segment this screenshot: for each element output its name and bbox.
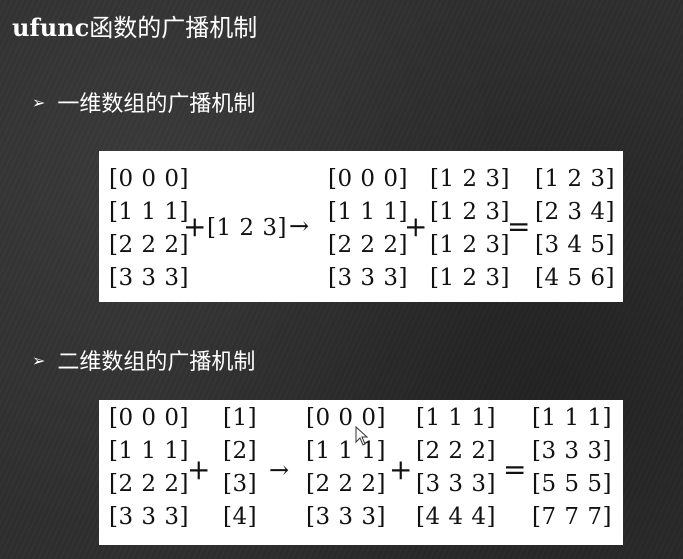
bullet-1d-text: 一维数组的广播机制 (57, 92, 256, 117)
matrix-row: [1 2 3] (430, 265, 510, 291)
equals-sign: = (507, 210, 531, 243)
matrix-result: [1 1 1] [3 3 3] [5 5 5] [7 7 7] (532, 402, 612, 534)
plus-sign: + (389, 453, 413, 486)
plus-sign: + (404, 210, 428, 243)
matrix-row: [1 1 1] (109, 438, 189, 464)
equals-sign: = (503, 453, 527, 486)
matrix-row: [2 2 2] (306, 471, 386, 497)
matrix-result: [1 2 3] [2 3 4] [3 4 5] [4 5 6] (535, 163, 615, 295)
slide-title-prefix: ufunc (12, 13, 90, 42)
matrix-a: [0 0 0] [1 1 1] [2 2 2] [3 3 3] (109, 163, 189, 295)
matrix-row: [0 0 0] (306, 405, 386, 431)
bullet-arrow-icon: ➢ (32, 92, 46, 112)
matrix-row: [0 0 0] (109, 405, 189, 431)
matrix-a: [0 0 0] [1 1 1] [2 2 2] [3 3 3] (109, 402, 189, 534)
matrix-row: [1 2 3] (535, 166, 615, 192)
matrix-row: [1 1 1] (416, 405, 496, 431)
matrix-row: [1 2 3] (430, 232, 510, 258)
bullet-1d: ➢ 一维数组的广播机制 (32, 86, 255, 118)
matrix-row: [1 2 3] (207, 215, 287, 241)
matrix-a-expanded: [0 0 0] [1 1 1] [2 2 2] [3 3 3] (328, 163, 408, 295)
matrix-row: [3 4 5] (535, 232, 615, 258)
matrix-row: [3 3 3] (109, 265, 189, 291)
matrix-row: [5 5 5] (532, 471, 612, 497)
bullet-arrow-icon: ➢ (32, 350, 46, 370)
broadcast-2d-figure: [0 0 0] [1 1 1] [2 2 2] [3 3 3] + [1] [2… (99, 400, 623, 545)
matrix-row: [2 2 2] (328, 232, 408, 258)
matrix-row: [1 1 1] (328, 199, 408, 225)
matrix-a-expanded: [0 0 0] [1 1 1] [2 2 2] [3 3 3] (306, 402, 386, 534)
matrix-row: [2 2 2] (416, 438, 496, 464)
matrix-row: [3 3 3] (416, 471, 496, 497)
arrow-icon: → (269, 456, 290, 484)
broadcast-1d-figure: [0 0 0] [1 1 1] [2 2 2] [3 3 3] + [1 2 3… (99, 151, 623, 302)
matrix-row: [7 7 7] (532, 504, 612, 530)
matrix-row: [3] (223, 471, 258, 497)
matrix-row: [1 1 1] (109, 199, 189, 225)
matrix-row: [4] (223, 504, 258, 530)
arrow-icon: → (289, 212, 310, 240)
slide-title: ufunc函数的广播机制 (12, 8, 257, 43)
bullet-2d: ➢ 二维数组的广播机制 (32, 344, 255, 376)
matrix-row: [3 3 3] (306, 504, 386, 530)
matrix-row: [3 3 3] (532, 438, 612, 464)
matrix-row: [2 2 2] (109, 471, 189, 497)
matrix-row: [1 1 1] (532, 405, 612, 431)
matrix-row: [1] (223, 405, 258, 431)
matrix-row: [3 3 3] (109, 504, 189, 530)
matrix-row: [1 2 3] (430, 166, 510, 192)
matrix-row: [1 2 3] (430, 199, 510, 225)
column-vector-b: [1] [2] [3] [4] (223, 402, 257, 534)
matrix-b-expanded: [1 2 3] [1 2 3] [1 2 3] [1 2 3] (430, 163, 510, 295)
matrix-row: [0 0 0] (109, 166, 189, 192)
mouse-cursor-icon (355, 426, 369, 446)
matrix-row: [2 2 2] (109, 232, 189, 258)
plus-sign: + (183, 210, 207, 243)
matrix-row: [1 1 1] (306, 438, 386, 464)
matrix-row: [3 3 3] (328, 265, 408, 291)
matrix-row: [0 0 0] (328, 166, 408, 192)
vector-b: [1 2 3] (207, 212, 287, 245)
matrix-b-expanded: [1 1 1] [2 2 2] [3 3 3] [4 4 4] (416, 402, 496, 534)
slide-title-rest: 函数的广播机制 (89, 14, 258, 42)
bullet-2d-text: 二维数组的广播机制 (57, 350, 256, 375)
matrix-row: [2 3 4] (535, 199, 615, 225)
plus-sign: + (187, 453, 211, 486)
matrix-row: [4 5 6] (535, 265, 615, 291)
matrix-row: [4 4 4] (416, 504, 496, 530)
matrix-row: [2] (223, 438, 258, 464)
